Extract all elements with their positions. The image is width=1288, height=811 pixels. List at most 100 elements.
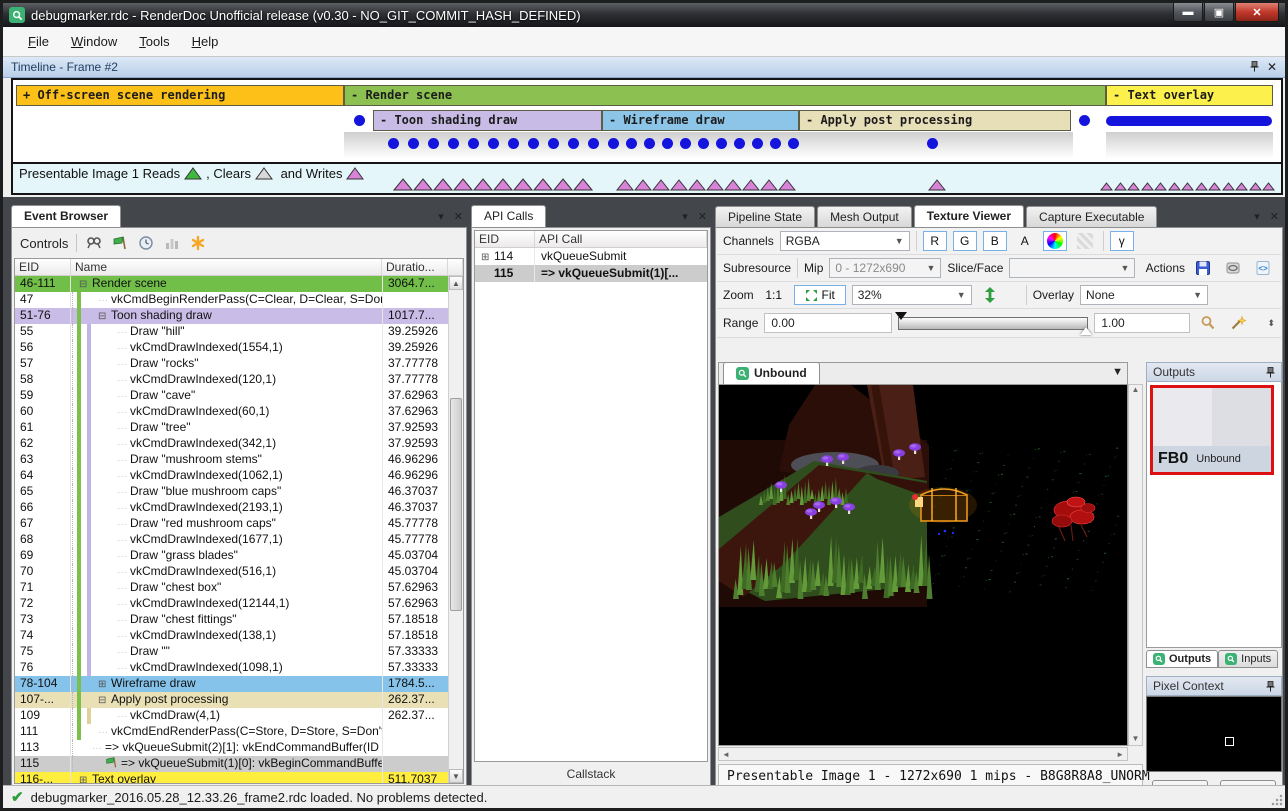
flip-vertical-icon[interactable] bbox=[978, 285, 1002, 305]
timeline-event-dot[interactable] bbox=[680, 138, 691, 149]
pin-icon[interactable] bbox=[1250, 61, 1259, 74]
event-row[interactable]: 47···vkCmdBeginRenderPass(C=Clear, D=Cle… bbox=[15, 292, 448, 308]
close-icon[interactable]: ✕ bbox=[1270, 210, 1279, 223]
event-row[interactable]: 109···vkCmdDraw(4,1)262.37... bbox=[15, 708, 448, 724]
panel-menu-icon[interactable]: ▾ bbox=[1254, 210, 1260, 223]
menu-file[interactable]: File bbox=[17, 30, 60, 53]
timeline-event-dot[interactable] bbox=[488, 138, 499, 149]
tab-outputs[interactable]: Outputs bbox=[1146, 650, 1218, 668]
time-icon[interactable] bbox=[137, 234, 155, 252]
custom-action-icon[interactable] bbox=[189, 234, 207, 252]
tab-pipeline-state[interactable]: Pipeline State bbox=[715, 206, 815, 227]
timeline-event-dot[interactable] bbox=[662, 138, 673, 149]
code-icon[interactable]: <> bbox=[1251, 258, 1275, 278]
table-header[interactable]: EID Name Duratio... bbox=[15, 259, 463, 276]
panel-menu-icon[interactable]: ▾ bbox=[682, 210, 688, 223]
maximize-button[interactable]: ▣ bbox=[1204, 3, 1234, 22]
event-row[interactable]: 116-...⊞Text overlay511.7037 bbox=[15, 772, 448, 783]
channels-dropdown[interactable]: RGBA▼ bbox=[780, 231, 910, 251]
event-row[interactable]: 63···Draw "mushroom stems"46.96296 bbox=[15, 452, 448, 468]
pixel-context-view[interactable] bbox=[1146, 696, 1282, 772]
event-row[interactable]: 67···Draw "red mushroom caps"45.77778 bbox=[15, 516, 448, 532]
event-row[interactable]: 73···Draw "chest fittings"57.18518 bbox=[15, 612, 448, 628]
tab-list-icon[interactable]: ▼ bbox=[1112, 366, 1123, 378]
event-row[interactable]: 65···Draw "blue mushroom caps"46.37037 bbox=[15, 484, 448, 500]
pin-icon[interactable] bbox=[1266, 367, 1275, 378]
event-row[interactable]: 76···vkCmdDrawIndexed(1098,1)57.33333 bbox=[15, 660, 448, 676]
texture-horizontal-scrollbar[interactable]: ◄► bbox=[718, 747, 1128, 761]
minimize-button[interactable]: ▬ bbox=[1173, 3, 1203, 22]
tab-inputs[interactable]: Inputs bbox=[1218, 650, 1278, 668]
event-row[interactable]: 75···Draw ""57.33333 bbox=[15, 644, 448, 660]
event-row[interactable]: 72···vkCmdDrawIndexed(12144,1)57.62963 bbox=[15, 596, 448, 612]
event-row[interactable]: 60···vkCmdDrawIndexed(60,1)37.62963 bbox=[15, 404, 448, 420]
timeline-bar[interactable]: - Apply post processing bbox=[799, 110, 1071, 131]
tab-event-browser[interactable]: Event Browser bbox=[11, 205, 121, 227]
event-row[interactable]: 58···vkCmdDrawIndexed(120,1)37.77778 bbox=[15, 372, 448, 388]
alpha-background-button[interactable] bbox=[1073, 231, 1097, 251]
table-header[interactable]: EID API Call bbox=[475, 231, 707, 248]
close-icon[interactable]: ✕ bbox=[1267, 61, 1277, 73]
timeline-header[interactable]: Timeline - Frame #2 ✕ bbox=[3, 57, 1285, 78]
timeline-bar[interactable]: - Render scene bbox=[344, 85, 1106, 106]
event-row[interactable]: 78-104⊞Wireframe draw1784.5... bbox=[15, 676, 448, 692]
autofit-magnifier-icon[interactable] bbox=[1196, 313, 1220, 333]
fb0-thumbnail[interactable]: FB0 Unbound bbox=[1150, 385, 1274, 475]
event-row[interactable]: 74···vkCmdDrawIndexed(138,1)57.18518 bbox=[15, 628, 448, 644]
range-white-handle[interactable] bbox=[1080, 327, 1092, 335]
event-row[interactable]: 107-...⊟Apply post processing262.37... bbox=[15, 692, 448, 708]
event-row[interactable]: 57···Draw "rocks"37.77778 bbox=[15, 356, 448, 372]
mip-dropdown[interactable]: 0 - 1272x690▼ bbox=[829, 258, 941, 278]
timeline-event-dot[interactable] bbox=[568, 138, 579, 149]
event-row[interactable]: 69···Draw "grass blades"45.03704 bbox=[15, 548, 448, 564]
timeline-event-dot[interactable] bbox=[468, 138, 479, 149]
close-icon[interactable]: ✕ bbox=[698, 210, 707, 223]
scroll-up-icon[interactable]: ▲ bbox=[449, 276, 463, 290]
timeline-event-dot[interactable] bbox=[354, 115, 365, 126]
timeline-bar[interactable]: - Toon shading draw bbox=[373, 110, 602, 131]
range-slider[interactable] bbox=[898, 317, 1088, 330]
timeline-canvas[interactable]: + Off-screen scene rendering- Render sce… bbox=[11, 78, 1283, 195]
api-call-row[interactable]: ··115=> vkQueueSubmit(1)[... bbox=[475, 265, 707, 282]
event-row[interactable]: 111···vkCmdEndRenderPass(C=Store, D=Stor… bbox=[15, 724, 448, 740]
tab-texture-viewer[interactable]: Texture Viewer bbox=[914, 205, 1024, 227]
event-row[interactable]: 59···Draw "cave"37.62963 bbox=[15, 388, 448, 404]
timeline-bar[interactable]: - Text overlay bbox=[1106, 85, 1273, 106]
timeline-bar[interactable]: - Wireframe draw bbox=[602, 110, 799, 131]
event-row[interactable]: 64···vkCmdDrawIndexed(1062,1)46.96296 bbox=[15, 468, 448, 484]
timeline-event-dot[interactable] bbox=[788, 138, 799, 149]
menu-window[interactable]: Window bbox=[60, 30, 128, 53]
histogram-wand-icon[interactable] bbox=[1226, 313, 1250, 333]
timeline-event-dot[interactable] bbox=[388, 138, 399, 149]
event-row[interactable]: 70···vkCmdDrawIndexed(516,1)45.03704 bbox=[15, 564, 448, 580]
timeline-event-dot[interactable] bbox=[734, 138, 745, 149]
find-icon[interactable] bbox=[85, 234, 103, 252]
timeline-event-dot[interactable] bbox=[408, 138, 419, 149]
tab-mesh-output[interactable]: Mesh Output bbox=[817, 206, 912, 227]
timeline-event-dot[interactable] bbox=[588, 138, 599, 149]
red-channel-button[interactable]: R bbox=[923, 231, 947, 251]
timeline-event-dot[interactable] bbox=[927, 138, 938, 149]
slice-face-dropdown[interactable]: ▼ bbox=[1009, 258, 1135, 278]
timeline-event-dot[interactable] bbox=[448, 138, 459, 149]
event-row[interactable]: 115···=> vkQueueSubmit(1)[0]: vkBeginCom… bbox=[15, 756, 448, 772]
close-button[interactable]: ✕ bbox=[1235, 3, 1279, 22]
zoom-fit-button[interactable]: Fit bbox=[794, 285, 846, 305]
event-row[interactable]: 113···=> vkQueueSubmit(2)[1]: vkEndComma… bbox=[15, 740, 448, 756]
save-icon[interactable] bbox=[1191, 258, 1215, 278]
timeline-event-dot[interactable] bbox=[528, 138, 539, 149]
zoom-1to1-button[interactable]: 1:1 bbox=[760, 285, 788, 305]
timeline-event-dot[interactable] bbox=[508, 138, 519, 149]
tab-api-calls[interactable]: API Calls bbox=[471, 205, 546, 227]
overlay-dropdown[interactable]: None▼ bbox=[1080, 285, 1208, 305]
green-channel-button[interactable]: G bbox=[953, 231, 977, 251]
menu-help[interactable]: Help bbox=[181, 30, 230, 53]
timeline-event-dot[interactable] bbox=[548, 138, 559, 149]
close-icon[interactable]: ✕ bbox=[454, 210, 463, 223]
blue-channel-button[interactable]: B bbox=[983, 231, 1007, 251]
range-black-handle[interactable] bbox=[895, 312, 907, 320]
api-call-row[interactable]: ⊞114vkQueueSubmit bbox=[475, 248, 707, 265]
timeline-event-dot[interactable] bbox=[608, 138, 619, 149]
timeline-bar[interactable]: + Off-screen scene rendering bbox=[16, 85, 344, 106]
alpha-channel-button[interactable]: A bbox=[1013, 231, 1037, 251]
